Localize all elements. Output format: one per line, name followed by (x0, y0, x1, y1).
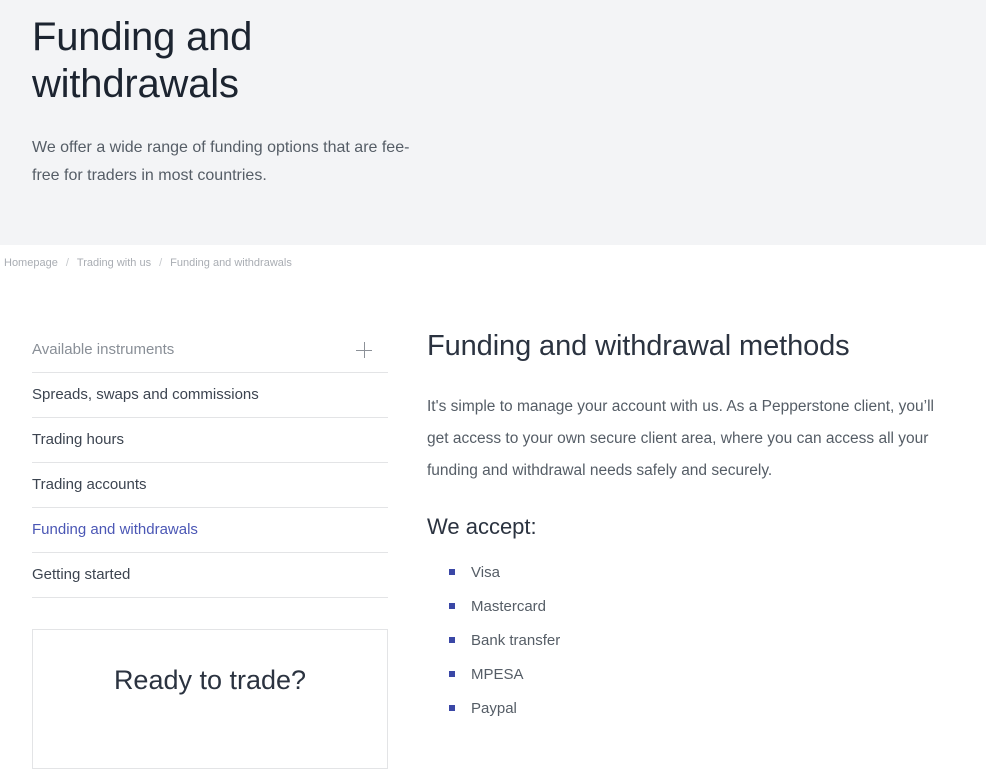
list-item-label: Mastercard (471, 598, 546, 615)
breadcrumb-separator: / (58, 257, 77, 269)
sidebar-item-label: Trading accounts (32, 475, 147, 495)
breadcrumb-item-current: Funding and withdrawals (170, 257, 292, 269)
main-heading: Funding and withdrawal methods (427, 328, 966, 364)
content-columns: Available instruments Spreads, swaps and… (0, 270, 986, 769)
hero-subtitle: We offer a wide range of funding options… (32, 134, 432, 190)
bullet-square-icon (449, 637, 455, 643)
list-item-label: Paypal (471, 700, 517, 717)
list-item: Bank transfer (449, 631, 966, 651)
sidebar-item-spreads-swaps-and-commissions[interactable]: Spreads, swaps and commissions (32, 373, 388, 418)
sidebar-nav: Available instruments Spreads, swaps and… (32, 328, 388, 598)
list-item: Visa (449, 563, 966, 583)
hero-banner: Funding and withdrawals We offer a wide … (0, 0, 986, 245)
list-item-label: Bank transfer (471, 632, 560, 649)
bullet-square-icon (449, 705, 455, 711)
main-content: Funding and withdrawal methods It's simp… (427, 328, 986, 733)
breadcrumb-item-homepage[interactable]: Homepage (4, 257, 58, 269)
sidebar-item-label: Spreads, swaps and commissions (32, 385, 259, 405)
sidebar-item-trading-accounts[interactable]: Trading accounts (32, 463, 388, 508)
we-accept-heading: We accept: (427, 513, 966, 541)
list-item-label: Visa (471, 564, 500, 581)
breadcrumb: Homepage/Trading with us/Funding and wit… (0, 245, 986, 270)
sidebar: Available instruments Spreads, swaps and… (32, 328, 388, 769)
sidebar-item-available-instruments[interactable]: Available instruments (32, 328, 388, 373)
bullet-square-icon (449, 603, 455, 609)
page-title: Funding and withdrawals (32, 14, 452, 108)
breadcrumb-separator: / (151, 257, 170, 269)
sidebar-item-label: Available instruments (32, 340, 174, 360)
main-paragraph: It's simple to manage your account with … (427, 391, 952, 487)
sidebar-item-label: Trading hours (32, 430, 124, 450)
breadcrumb-item-trading-with-us[interactable]: Trading with us (77, 257, 151, 269)
accepted-methods-list: Visa Mastercard Bank transfer MPESA Payp… (427, 563, 966, 719)
ready-to-trade-card[interactable]: Ready to trade? (32, 629, 388, 769)
sidebar-item-getting-started[interactable]: Getting started (32, 553, 388, 598)
sidebar-item-trading-hours[interactable]: Trading hours (32, 418, 388, 463)
bullet-square-icon (449, 569, 455, 575)
sidebar-item-label: Getting started (32, 565, 130, 585)
sidebar-item-label: Funding and withdrawals (32, 520, 198, 540)
list-item: MPESA (449, 665, 966, 685)
cta-title: Ready to trade? (114, 663, 306, 697)
list-item-label: MPESA (471, 666, 524, 683)
list-item: Paypal (449, 699, 966, 719)
sidebar-item-funding-and-withdrawals[interactable]: Funding and withdrawals (32, 508, 388, 553)
list-item: Mastercard (449, 597, 966, 617)
plus-icon[interactable] (356, 342, 372, 358)
bullet-square-icon (449, 671, 455, 677)
